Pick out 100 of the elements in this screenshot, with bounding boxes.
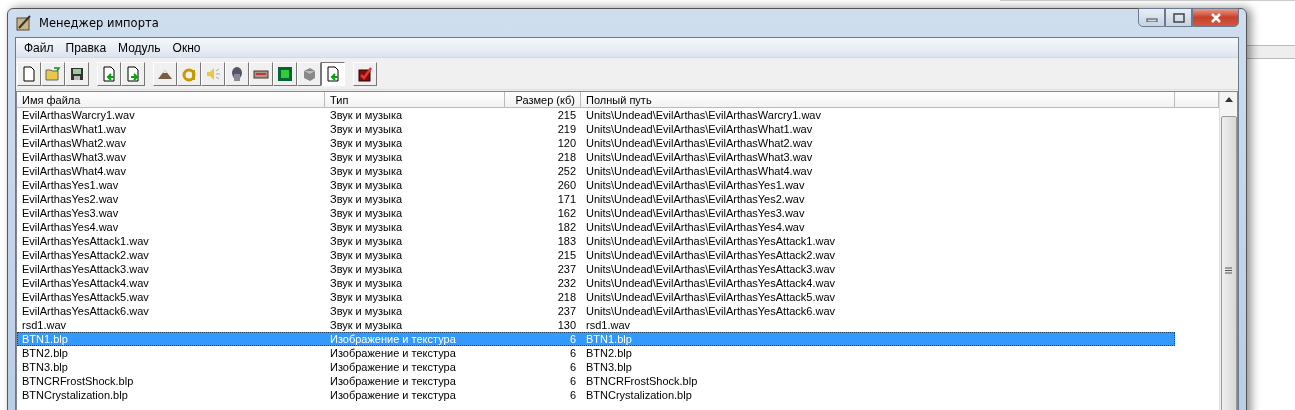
- table-cell-text: EvilArthasWhat4.wav: [21, 164, 127, 178]
- file-row[interactable]: EvilArthasYesAttack1.wav Звук и музыка 183 Units\Undead\EvilArthas\EvilArthasYesAttack1.wav: [17, 234, 1175, 248]
- speaker-icon: [205, 66, 221, 82]
- file-row[interactable]: rsd1.wav Звук и музыка 130 rsd1.wav: [17, 318, 1175, 332]
- table-cell-text: 171: [556, 192, 577, 206]
- table-cell-text: 6: [568, 374, 577, 388]
- table-cell-text: Units\Undead\EvilArthas\EvilArthasYesAttack2.wav: [585, 248, 837, 262]
- table-cell-text: Звук и музыка: [329, 234, 404, 248]
- menu-item[interactable]: Окно: [166, 40, 207, 55]
- table-cell-text: 218: [556, 150, 577, 164]
- file-row[interactable]: EvilArthasWhat4.wav Звук и музыка 252 Units\Undead\EvilArthas\EvilArthasWhat4.wav: [17, 164, 1175, 178]
- file-row[interactable]: EvilArthasYes1.wav Звук и музыка 260 Units\Undead\EvilArthas\EvilArthasYes1.wav: [17, 178, 1175, 192]
- table-cell-text: Звук и музыка: [329, 220, 404, 234]
- table-cell-text: 183: [556, 234, 577, 248]
- table-cell-text: Units\Undead\EvilArthas\EvilArthasYesAttack5.wav: [585, 290, 837, 304]
- table-cell-text: Звук и музыка: [329, 248, 404, 262]
- menu-item[interactable]: Файл: [18, 40, 60, 55]
- table-cell-text: Звук и музыка: [329, 262, 404, 276]
- file-row[interactable]: EvilArthasWhat1.wav Звук и музыка 219 Units\Undead\EvilArthas\EvilArthasWhat1.wav: [17, 122, 1175, 136]
- table-cell-text: Units\Undead\EvilArthas\EvilArthasYes1.wav: [585, 178, 806, 192]
- table-cell-text: EvilArthasYes3.wav: [21, 206, 120, 220]
- table-cell-text: Изображение и текстура: [329, 346, 457, 360]
- table-cell-text: 162: [556, 206, 577, 220]
- table-cell-text: EvilArthasYesAttack4.wav: [21, 276, 150, 290]
- file-row[interactable]: EvilArthasYes4.wav Звук и музыка 182 Units\Undead\EvilArthas\EvilArthasYes4.wav: [17, 220, 1175, 234]
- table-cell-text: EvilArthasYesAttack1.wav: [21, 234, 150, 248]
- table-cell-text: Units\Undead\EvilArthas\EvilArthasYesAttack3.wav: [585, 262, 837, 276]
- table-cell-text: Звук и музыка: [329, 178, 404, 192]
- table-cell-text: EvilArthasYesAttack3.wav: [21, 262, 150, 276]
- table-cell-text: Звук и музыка: [329, 150, 404, 164]
- table-cell-text: 260: [556, 178, 577, 192]
- file-row[interactable]: EvilArthasYes2.wav Звук и музыка 171 Units\Undead\EvilArthas\EvilArthasYes2.wav: [17, 192, 1175, 206]
- file-row[interactable]: EvilArthasWhat2.wav Звук и музыка 120 Units\Undead\EvilArthas\EvilArthasWhat2.wav: [17, 136, 1175, 150]
- file-row[interactable]: BTNCRFrostShock.blp Изображение и текстура 6 BTNCRFrostShock.blp: [17, 374, 1175, 388]
- table-cell-text: Звук и музыка: [329, 276, 404, 290]
- file-row[interactable]: EvilArthasYesAttack5.wav Звук и музыка 218 Units\Undead\EvilArthas\EvilArthasYesAttack5.wav: [17, 290, 1175, 304]
- column-header[interactable]: Тип: [325, 92, 505, 108]
- maximize-icon: [1172, 12, 1185, 23]
- table-cell-text: EvilArthasYesAttack2.wav: [21, 248, 150, 262]
- table-cell-text: EvilArthasYes4.wav: [21, 220, 120, 234]
- table-cell-text: BTNCRFrostShock.blp: [585, 374, 699, 388]
- table-cell-text: BTNCrystalization.blp: [21, 388, 129, 402]
- table-cell-text: 237: [556, 262, 577, 276]
- table-cell-text: BTN3.blp: [21, 360, 69, 374]
- menu-item[interactable]: Модуль: [112, 40, 167, 55]
- table-cell-text: 6: [568, 388, 577, 402]
- table-cell-text: BTN2.blp: [21, 346, 69, 360]
- table-cell-text: 215: [556, 108, 577, 122]
- grip-icon: [1225, 267, 1232, 274]
- table-cell-text: EvilArthasWarcry1.wav: [21, 108, 136, 122]
- minimize-button[interactable]: [1138, 8, 1165, 27]
- table-cell-text: EvilArthasWhat3.wav: [21, 150, 127, 164]
- file-row[interactable]: BTNCrystalization.blp Изображение и текстура 6 BTNCrystalization.blp: [17, 388, 1175, 402]
- table-cell-text: BTN1.blp: [21, 332, 69, 346]
- table-cell-text: Звук и музыка: [329, 136, 404, 150]
- table-cell-text: 130: [556, 318, 577, 332]
- new-file-icon: [21, 66, 37, 82]
- file-row[interactable]: EvilArthasWarcry1.wav Звук и музыка 215 Units\Undead\EvilArthas\EvilArthasWarcry1.wav: [17, 108, 1175, 122]
- table-cell-text: BTN3.blp: [585, 360, 633, 374]
- table-cell-text: Звук и музыка: [329, 192, 404, 206]
- table-cell-text: Звук и музыка: [329, 164, 404, 178]
- table-cell-text: 237: [556, 304, 577, 318]
- table-cell-text: BTN1.blp: [585, 332, 633, 346]
- open-folder-icon: [45, 66, 61, 82]
- file-row[interactable]: BTN2.blp Изображение и текстура 6 BTN2.blp: [17, 346, 1175, 360]
- file-row[interactable]: BTN3.blp Изображение и текстура 6 BTN3.blp: [17, 360, 1175, 374]
- table-cell-text: EvilArthasYes2.wav: [21, 192, 120, 206]
- menu-item[interactable]: Правка: [59, 40, 113, 55]
- table-cell-text: Звук и музыка: [329, 290, 404, 304]
- table-cell-text: Units\Undead\EvilArthas\EvilArthasYesAttack1.wav: [585, 234, 837, 248]
- maximize-button[interactable]: [1165, 8, 1192, 27]
- table-cell-text: rsd1.wav: [585, 318, 632, 332]
- table-cell-text: EvilArthasYesAttack6.wav: [21, 304, 150, 318]
- column-header[interactable]: Полный путь: [581, 92, 1175, 108]
- file-row[interactable]: EvilArthasWhat3.wav Звук и музыка 218 Units\Undead\EvilArthas\EvilArthasWhat3.wav: [17, 150, 1175, 164]
- table-cell-text: 252: [556, 164, 577, 178]
- column-header[interactable]: Размер (кб): [505, 92, 581, 108]
- file-row[interactable]: EvilArthasYes3.wav Звук и музыка 162 Units\Undead\EvilArthas\EvilArthasYes3.wav: [17, 206, 1175, 220]
- table-cell-text: Звук и музыка: [329, 304, 404, 318]
- table-cell-text: BTN2.blp: [585, 346, 633, 360]
- table-cell-text: Звук и музыка: [329, 206, 404, 220]
- table-cell-text: 6: [568, 346, 577, 360]
- table-cell-text: Изображение и текстура: [329, 388, 457, 402]
- checkbox-icon: [357, 66, 373, 82]
- file-row[interactable]: EvilArthasYesAttack2.wav Звук и музыка 215 Units\Undead\EvilArthas\EvilArthasYesAttack2.wav: [17, 248, 1175, 262]
- file-row[interactable]: EvilArthasYesAttack6.wav Звук и музыка 237 Units\Undead\EvilArthas\EvilArthasYesAttack6.wav: [17, 304, 1175, 318]
- file-row[interactable]: EvilArthasYesAttack3.wav Звук и музыка 237 Units\Undead\EvilArthas\EvilArthasYesAttack3.wav: [17, 262, 1175, 276]
- table-cell-text: Звук и музыка: [329, 122, 404, 136]
- table-cell-text: Units\Undead\EvilArthas\EvilArthasWhat2.wav: [585, 136, 814, 150]
- table-cell-text: Изображение и текстура: [329, 360, 457, 374]
- cube-icon: [301, 66, 317, 82]
- table-cell-text: 6: [568, 360, 577, 374]
- close-button[interactable]: [1192, 8, 1239, 27]
- file-row[interactable]: EvilArthasYesAttack4.wav Звук и музыка 232 Units\Undead\EvilArthas\EvilArthasYesAttack4.wav: [17, 276, 1175, 290]
- table-cell-text: BTNCrystalization.blp: [585, 388, 693, 402]
- table-cell-text: 232: [556, 276, 577, 290]
- column-header[interactable]: Имя файла: [17, 92, 325, 108]
- table-cell-text: 120: [556, 136, 577, 150]
- table-cell-text: EvilArthasYesAttack5.wav: [21, 290, 150, 304]
- table-cell-text: Units\Undead\EvilArthas\EvilArthasYes4.wav: [585, 220, 806, 234]
